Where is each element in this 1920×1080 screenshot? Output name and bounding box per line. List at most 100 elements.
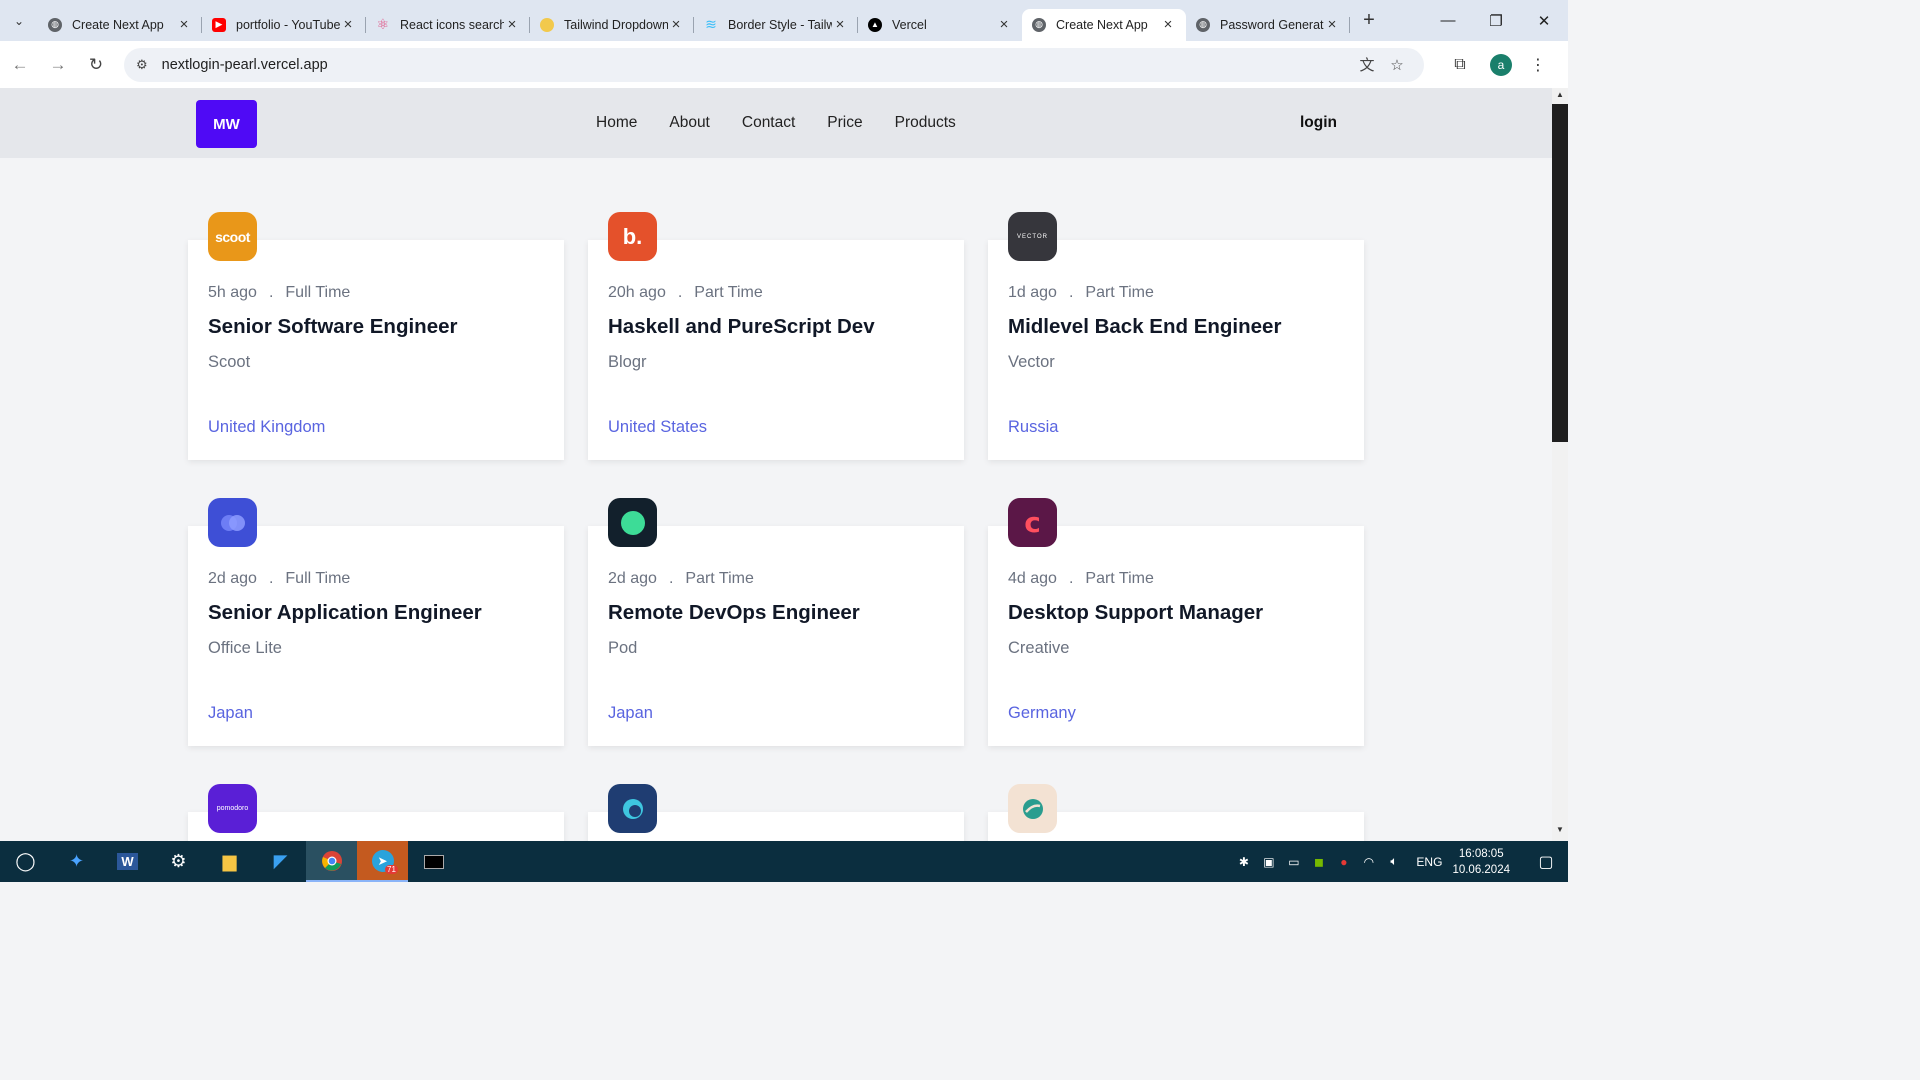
job-card[interactable]: c 4d ago. Part Time Desktop Support Manag… — [988, 498, 1364, 746]
job-title[interactable]: Senior Application Engineer — [208, 601, 482, 625]
job-title[interactable]: Remote DevOps Engineer — [608, 601, 860, 625]
file-explorer-icon[interactable]: ▆ — [204, 841, 255, 882]
job-card[interactable]: 2d ago. Full Time Senior Application Engi… — [188, 498, 564, 746]
browser-tab[interactable]: ⚛ React icons search × — [366, 9, 530, 41]
contract-type: Part Time — [1085, 284, 1154, 301]
company-logo: pomodoro — [208, 784, 257, 833]
site-info-icon[interactable]: ⚙ — [136, 57, 148, 73]
nav-price-link[interactable]: Price — [811, 114, 878, 132]
posted-at: 1d ago — [1008, 284, 1057, 301]
browser-tab[interactable]: ▶ portfolio - YouTube × — [202, 9, 366, 41]
start-icon[interactable]: ◯ — [0, 841, 51, 882]
tab-title: Create Next App — [72, 17, 164, 32]
clock-time: 16:08:05 — [1458, 847, 1504, 860]
word-icon[interactable]: W — [102, 841, 153, 882]
login-link[interactable]: login — [1300, 88, 1337, 158]
antivirus-icon[interactable]: ● — [1331, 855, 1356, 869]
slack-icon[interactable]: ✱ — [1231, 855, 1256, 869]
translate-icon[interactable]: 文 — [1352, 54, 1382, 75]
battery-icon[interactable]: ▭ — [1281, 855, 1306, 869]
reload-icon[interactable]: ↻ — [78, 47, 114, 83]
system-tray: ✱ ▣ ▭ ◼ ● ◠ 🔈︎ ENG 16:08:05 10.06.2024 ▢ — [1231, 841, 1568, 882]
company-logo: scoot — [208, 212, 257, 261]
forward-icon[interactable]: → — [40, 47, 76, 83]
company-logo — [208, 498, 257, 547]
url-text[interactable]: nextlogin-pearl.vercel.app — [162, 57, 1352, 73]
address-bar[interactable]: ⚙ nextlogin-pearl.vercel.app 文 ☆ — [124, 47, 1424, 82]
close-tab-icon[interactable]: × — [1160, 16, 1176, 33]
site-logo[interactable]: MW — [196, 100, 257, 148]
browser-tab-active[interactable]: ◍ Create Next App × — [1022, 8, 1186, 41]
close-tab-icon[interactable]: × — [176, 16, 192, 33]
company-logo — [608, 498, 657, 547]
nvidia-icon[interactable]: ◼ — [1306, 855, 1331, 869]
company-logo — [1008, 784, 1057, 833]
language-indicator[interactable]: ENG — [1416, 855, 1442, 869]
job-location: United States — [608, 418, 708, 436]
chrome-icon[interactable] — [306, 841, 357, 882]
browser-tab[interactable]: ≋ Border Style - Tailwind × — [694, 9, 858, 41]
job-meta: 4d ago. Part Time — [1008, 570, 1154, 587]
close-tab-icon[interactable]: × — [996, 16, 1012, 33]
close-tab-icon[interactable]: × — [340, 16, 356, 33]
job-card[interactable]: pomodoro — [188, 784, 564, 841]
job-card[interactable]: scoot 5h ago. Full Time Senior Software E… — [188, 212, 564, 460]
nav-contact-link[interactable]: Contact — [726, 114, 811, 132]
browser-menu-icon[interactable]: ⋮ — [1520, 55, 1556, 75]
company-name: Creative — [1008, 639, 1070, 657]
clock[interactable]: 16:08:05 10.06.2024 — [1452, 846, 1510, 878]
page-scrollbar[interactable]: ▲ ▼ — [1552, 88, 1568, 841]
device-icon[interactable]: ▣ — [1256, 855, 1281, 869]
job-title[interactable]: Haskell and PureScript Dev — [608, 315, 875, 339]
scroll-down-icon[interactable]: ▼ — [1552, 825, 1568, 839]
wifi-icon[interactable]: ◠ — [1356, 855, 1381, 869]
terminal-icon[interactable] — [408, 841, 459, 882]
clock-date: 10.06.2024 — [1452, 863, 1510, 876]
volume-icon[interactable]: 🔈︎ — [1381, 854, 1406, 869]
job-location: Japan — [208, 704, 253, 722]
settings-icon[interactable]: ⚙ — [153, 841, 204, 882]
close-tab-icon[interactable]: × — [668, 16, 684, 33]
close-tab-icon[interactable]: × — [504, 16, 520, 33]
nav-about-link[interactable]: About — [653, 114, 726, 132]
job-title[interactable]: Desktop Support Manager — [1008, 601, 1263, 625]
job-card[interactable]: b. 20h ago. Part Time Haskell and PureScr… — [588, 212, 964, 460]
vscode-icon[interactable]: ◤ — [255, 841, 306, 882]
job-card[interactable]: VECTOR 1d ago. Part Time Midlevel Back En… — [988, 212, 1364, 460]
tab-search-button[interactable]: ⌄ — [0, 0, 38, 41]
job-card[interactable]: 2d ago. Part Time Remote DevOps Engineer … — [588, 498, 964, 746]
job-card[interactable] — [588, 784, 964, 841]
contract-type: Part Time — [685, 570, 754, 587]
pod-logo-icon — [620, 510, 645, 535]
bookmark-star-icon[interactable]: ☆ — [1382, 56, 1412, 74]
new-tab-button[interactable]: + — [1354, 9, 1384, 32]
job-location: Japan — [608, 704, 653, 722]
profile-avatar[interactable]: a — [1490, 53, 1512, 76]
restore-icon[interactable]: ❐ — [1472, 0, 1520, 41]
close-tab-icon[interactable]: × — [1324, 16, 1340, 33]
browser-tab-strip: ⌄ ◍ Create Next App × ▶ portfolio - YouT… — [0, 0, 1568, 41]
pin-icon[interactable]: ✦ — [51, 841, 102, 882]
browser-tab[interactable]: ◍ Password Generator × — [1186, 9, 1350, 41]
nav-home-link[interactable]: Home — [580, 114, 653, 132]
posted-at: 2d ago — [208, 570, 257, 587]
nav-products-link[interactable]: Products — [879, 114, 972, 132]
job-card[interactable] — [988, 784, 1364, 841]
back-icon[interactable]: ← — [2, 47, 38, 83]
close-tab-icon[interactable]: × — [832, 16, 848, 33]
close-window-icon[interactable]: ✕ — [1520, 0, 1568, 41]
extensions-icon[interactable]: ⧉ — [1442, 56, 1478, 74]
browser-tab[interactable]: ▲ Vercel × — [858, 9, 1022, 41]
office-lite-logo-icon — [220, 514, 245, 531]
minimize-icon[interactable]: — — [1424, 0, 1472, 41]
tab-title: Create Next App — [1056, 17, 1148, 32]
browser-tab[interactable]: ◍ Create Next App × — [38, 9, 202, 41]
job-location: United Kingdom — [208, 418, 326, 436]
notifications-icon[interactable]: ▢ — [1524, 852, 1568, 872]
scroll-up-icon[interactable]: ▲ — [1552, 90, 1568, 104]
job-title[interactable]: Midlevel Back End Engineer — [1008, 315, 1281, 339]
scrollbar-thumb[interactable] — [1552, 104, 1568, 442]
telegram-icon[interactable]: ➤ 71 — [357, 841, 408, 882]
browser-tab[interactable]: Tailwind Dropdown × — [530, 9, 694, 41]
job-title[interactable]: Senior Software Engineer — [208, 315, 457, 339]
